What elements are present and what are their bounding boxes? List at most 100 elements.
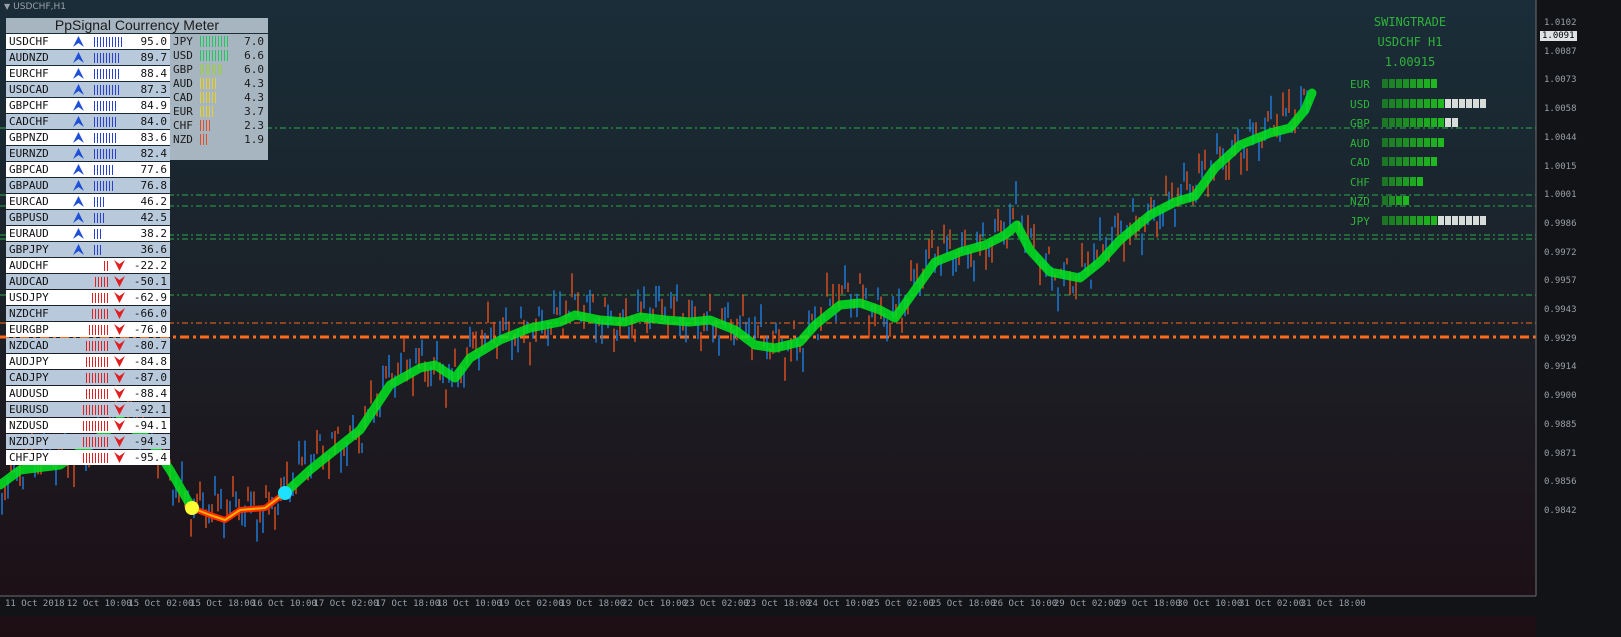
pair-row-eurcad: EURCAD 46.2	[6, 194, 170, 209]
pair-row-audusd: AUDUSD -88.4	[6, 386, 170, 401]
currency-strength-value: 2.3	[244, 119, 264, 132]
pair-value: -94.3	[133, 435, 167, 448]
pair-value: 42.5	[140, 211, 168, 224]
pair-strength-bars	[94, 85, 121, 95]
time-tick-label: 24 Oct 10:00	[807, 599, 873, 609]
pair-value: 36.6	[140, 243, 168, 256]
pair-value: 87.3	[140, 83, 168, 96]
pair-value: 76.8	[140, 179, 168, 192]
pair-name: EURAUD	[9, 227, 49, 240]
time-tick-label: 17 Oct 02:00	[313, 599, 379, 609]
pair-value: 38.2	[140, 227, 168, 240]
swing-currency-code: CHF	[1350, 175, 1370, 189]
pair-name: GBPNZD	[9, 131, 49, 144]
pair-name: CADCHF	[9, 115, 49, 128]
currency-strength-bars	[200, 120, 212, 131]
pair-strength-bars	[94, 101, 118, 111]
currency-strength-bars	[200, 36, 230, 47]
pair-strength-bars	[104, 261, 110, 271]
currency-strength-value: 6.6	[244, 49, 264, 62]
pair-strength-bars	[94, 69, 121, 79]
arrow-down-icon	[114, 324, 125, 335]
pair-strength-bars	[94, 197, 106, 207]
pair-row-eurgbp: EURGBP -76.0	[6, 322, 170, 337]
pair-strength-bars	[94, 245, 103, 255]
arrow-up-icon	[73, 148, 84, 159]
time-tick-label: 25 Oct 02:00	[868, 599, 934, 609]
swing-strength-blocks	[1382, 137, 1445, 147]
pair-name: AUDJPY	[9, 355, 49, 368]
buy-signal-dot	[278, 486, 292, 500]
price-tick-label: 1.0044	[1544, 132, 1577, 143]
pair-row-gbpnzd: GBPNZD 83.6	[6, 130, 170, 145]
swing-strength-blocks	[1382, 176, 1424, 186]
pair-row-cadchf: CADCHF 84.0	[6, 114, 170, 129]
currency-strength-gbp: GBP 6.0	[170, 63, 268, 76]
time-axis[interactable]: 11 Oct 2018 12 Oct 10:00 15 Oct 02:00 15 Oc…	[0, 596, 1536, 616]
arrow-up-icon	[73, 196, 84, 207]
arrow-down-icon	[114, 436, 125, 447]
pair-strength-list: USDCHF 95.0 AUDNZD 89.7 EURCHF 88.4 USDCAD 87.3…	[6, 34, 170, 466]
pair-row-euraud: EURAUD 38.2	[6, 226, 170, 241]
pair-row-audchf: AUDCHF -22.2	[6, 258, 170, 273]
pair-strength-bars	[94, 181, 115, 191]
pair-name: CHFJPY	[9, 451, 49, 464]
pair-value: 84.0	[140, 115, 168, 128]
swing-strength-blocks	[1382, 157, 1438, 166]
price-tick-label: 1.0102	[1544, 18, 1577, 28]
price-tick-label: 0.9842	[1544, 505, 1577, 516]
currency-strength-bars	[200, 50, 230, 61]
pair-strength-bars	[89, 325, 110, 335]
price-tick-label: 0.9957	[1544, 276, 1577, 287]
pair-row-audnzd: AUDNZD 89.7	[6, 50, 170, 65]
time-tick-label: 29 Oct 18:00	[1115, 599, 1181, 609]
price-tick-label: 0.9972	[1544, 247, 1577, 258]
collapse-triangle-icon[interactable]: ▼	[4, 2, 10, 11]
swingtrade-symbol: USDCHF H1	[1377, 35, 1443, 49]
time-tick-label: 19 Oct 02:00	[498, 599, 564, 609]
time-tick-label: 23 Oct 02:00	[683, 599, 749, 609]
sell-signal-dot	[185, 501, 199, 515]
arrow-up-icon	[73, 180, 84, 191]
chart-window[interactable]: ▼ USDCHF,H1 PpSignal Courrency Meter USDC…	[0, 0, 1621, 637]
pair-row-cadjpy: CADJPY -87.0	[6, 370, 170, 385]
arrow-up-icon	[73, 244, 84, 255]
pair-value: -22.2	[133, 259, 167, 272]
arrow-up-icon	[73, 116, 84, 127]
pair-row-audcad: AUDCAD -50.1	[6, 274, 170, 289]
price-tick-label: 0.9943	[1544, 305, 1577, 315]
pair-value: -87.0	[133, 371, 167, 384]
time-tick-label: 30 Oct 10:00	[1177, 599, 1243, 609]
currency-code: EUR	[173, 105, 193, 118]
arrow-up-icon	[73, 132, 84, 143]
pair-name: USDCHF	[9, 35, 49, 48]
swing-strength-blocks	[1382, 215, 1487, 225]
arrow-up-icon	[73, 36, 84, 47]
pair-name: NZDUSD	[9, 419, 49, 432]
pair-name: EURUSD	[9, 403, 49, 416]
pair-name: NZDCAD	[9, 339, 49, 352]
pair-strength-bars	[94, 165, 115, 175]
pair-value: 84.9	[140, 99, 168, 112]
price-tick-label: 0.9871	[1544, 448, 1577, 459]
chart-title-text: USDCHF,H1	[13, 2, 66, 12]
arrow-up-icon	[73, 164, 84, 175]
pair-strength-bars	[94, 149, 118, 159]
pair-name: NZDJPY	[9, 435, 49, 448]
arrow-down-icon	[114, 388, 125, 399]
pair-row-usdcad: USDCAD 87.3	[6, 82, 170, 97]
time-tick-label: 31 Oct 02:00	[1239, 599, 1305, 609]
arrow-up-icon	[73, 228, 84, 239]
price-axis[interactable]: 1.0102 1.0087 1.0073 1.0058 1.0044 1.0015 1.00…	[1536, 0, 1621, 637]
pair-strength-bars	[95, 277, 110, 287]
chart-title[interactable]: ▼ USDCHF,H1	[0, 0, 66, 14]
pair-value: -92.1	[133, 403, 167, 416]
pair-strength-bars	[83, 453, 110, 463]
pair-name: AUDNZD	[9, 51, 49, 64]
pair-name: AUDCAD	[9, 275, 49, 288]
currency-strength-chf: CHF 2.3	[170, 119, 268, 132]
pair-name: GBPCHF	[9, 99, 49, 112]
pair-value: -50.1	[133, 275, 167, 288]
currency-strength-value: 4.3	[244, 77, 264, 90]
currency-strength-nzd: NZD 1.9	[170, 133, 268, 146]
